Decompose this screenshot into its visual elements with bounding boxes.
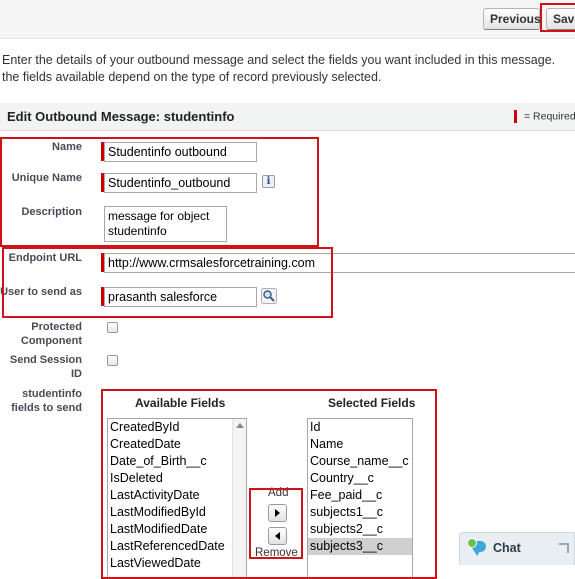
description-label: Description bbox=[21, 206, 82, 218]
lookup-magnifier-icon[interactable] bbox=[261, 288, 277, 304]
protected-component-label: Protected Component bbox=[20, 321, 82, 347]
top-button-bar: Previous Save bbox=[0, 0, 575, 39]
remove-label: Remove bbox=[255, 547, 298, 559]
description-textarea[interactable]: message for object studentinfo bbox=[104, 206, 227, 242]
list-option[interactable]: LastReferencedDate bbox=[108, 538, 246, 555]
intro-line-1: Enter the details of your outbound messa… bbox=[2, 53, 556, 67]
endpoint-url-label: Endpoint URL bbox=[8, 252, 82, 264]
list-option[interactable]: Country__c bbox=[308, 470, 412, 487]
remove-arrow-button[interactable] bbox=[268, 527, 287, 545]
chat-status-icon bbox=[467, 538, 477, 548]
save-button[interactable]: Save bbox=[546, 8, 575, 30]
list-option[interactable]: Id bbox=[308, 419, 412, 436]
list-option[interactable]: Course_name__c bbox=[308, 453, 412, 470]
list-option[interactable]: subjects1__c bbox=[308, 504, 412, 521]
endpoint-url-input[interactable]: http://www.crmsalesforcetraining.com bbox=[104, 253, 575, 273]
arrow-right-icon bbox=[275, 509, 280, 517]
list-option[interactable]: Fee_paid__c bbox=[308, 487, 412, 504]
name-input[interactable]: Studentinfo outbound bbox=[104, 142, 257, 162]
fields-to-send-label: studentinfo fields to send bbox=[11, 388, 82, 414]
list-option[interactable]: LastViewedDate bbox=[108, 555, 246, 572]
selected-fields-list[interactable]: Id Name Course_name__c Country__c Fee_paid__… bbox=[307, 418, 413, 578]
expand-icon[interactable] bbox=[559, 543, 569, 553]
available-fields-items: CreatedById CreatedDate Date_of_Birth__c Is… bbox=[108, 419, 246, 572]
section-title: Edit Outbound Message: studentinfo bbox=[7, 109, 235, 124]
name-label: Name bbox=[52, 141, 82, 153]
selected-fields-items: Id Name Course_name__c Country__c Fee_paid__… bbox=[308, 419, 412, 555]
required-legend: = Required bbox=[514, 110, 575, 123]
user-to-send-as-input[interactable]: prasanth salesforce bbox=[104, 287, 257, 307]
list-option[interactable]: LastModifiedById bbox=[108, 504, 246, 521]
user-to-send-as-label: User to send as bbox=[0, 286, 82, 298]
available-fields-header: Available Fields bbox=[135, 396, 226, 410]
send-session-id-checkbox[interactable] bbox=[107, 355, 118, 366]
list-option[interactable]: subjects3__c bbox=[308, 538, 412, 555]
list-option[interactable]: IsDeleted bbox=[108, 470, 246, 487]
list-option[interactable]: LastModifiedDate bbox=[108, 521, 246, 538]
required-bar-icon bbox=[514, 110, 517, 123]
required-legend-text: = Required bbox=[524, 110, 575, 123]
chat-label: Chat bbox=[493, 541, 521, 555]
list-option[interactable]: subjects2__c bbox=[308, 521, 412, 538]
protected-component-checkbox[interactable] bbox=[107, 322, 118, 333]
chat-widget[interactable]: Chat bbox=[459, 532, 575, 565]
list-option[interactable]: LastActivityDate bbox=[108, 487, 246, 504]
intro-text: Enter the details of your outbound messa… bbox=[2, 52, 575, 86]
info-icon[interactable]: i bbox=[262, 175, 275, 188]
scroll-up-icon[interactable] bbox=[236, 423, 244, 428]
unique-name-label: Unique Name bbox=[11, 172, 82, 184]
unique-name-input[interactable]: Studentinfo_outbound bbox=[104, 173, 257, 193]
list-option[interactable]: Name bbox=[308, 436, 412, 453]
list-option[interactable]: CreatedById bbox=[108, 419, 246, 436]
list-option[interactable]: CreatedDate bbox=[108, 436, 246, 453]
send-session-id-label: Send Session ID bbox=[9, 354, 82, 380]
available-fields-scrollbar[interactable] bbox=[232, 419, 246, 577]
add-arrow-button[interactable] bbox=[268, 504, 287, 522]
list-option[interactable]: Date_of_Birth__c bbox=[108, 453, 246, 470]
arrow-left-icon bbox=[275, 532, 280, 540]
intro-line-2: the fields available depend on the type … bbox=[2, 70, 382, 84]
previous-button[interactable]: Previous bbox=[483, 8, 541, 30]
section-header: Edit Outbound Message: studentinfo = Req… bbox=[0, 103, 575, 131]
selected-fields-header: Selected Fields bbox=[328, 396, 416, 410]
add-label: Add bbox=[268, 487, 289, 499]
available-fields-list[interactable]: CreatedById CreatedDate Date_of_Birth__c Is… bbox=[107, 418, 247, 578]
